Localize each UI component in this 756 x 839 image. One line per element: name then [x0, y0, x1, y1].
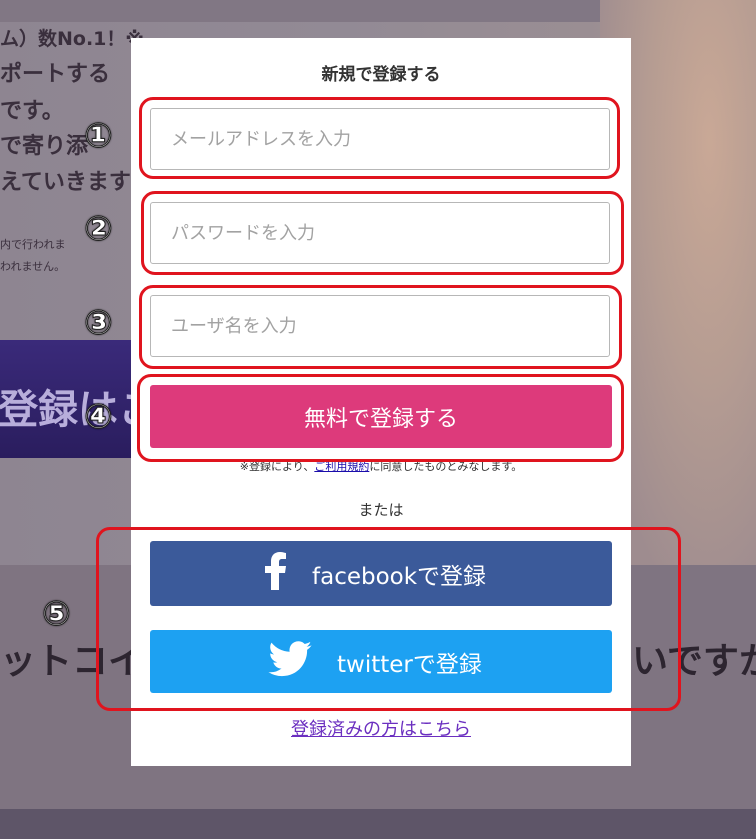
background-text-line: で寄り添	[0, 134, 89, 159]
existing-user-login-link[interactable]: 登録済みの方はこちら	[131, 715, 631, 741]
annotation-frame-5	[96, 527, 681, 711]
background-footer-strip	[0, 809, 756, 839]
annotation-frame-2	[141, 191, 624, 275]
annotation-number-5: ⑤	[42, 594, 72, 635]
background-small-text: 内で行われま	[0, 238, 66, 251]
modal-title: 新規で登録する	[321, 65, 441, 85]
annotation-frame-4	[137, 374, 624, 462]
or-divider: または	[358, 501, 404, 519]
background-cta-banner: 登録はこ	[0, 340, 135, 458]
background-banner-text: 登録はこ	[0, 387, 135, 433]
annotation-frame-3	[139, 285, 622, 369]
annotation-number-1: ①	[84, 116, 114, 157]
annotation-number-3: ③	[84, 303, 114, 344]
annotation-frame-1	[139, 97, 620, 179]
background-text-line: ム）数No.1！※	[0, 28, 144, 50]
annotation-number-4: ④	[84, 397, 114, 438]
background-text-line: ポートする	[0, 62, 111, 87]
background-text-line: です。	[0, 99, 64, 124]
annotation-number-2: ②	[84, 209, 114, 250]
background-text-line: えていきます	[0, 170, 131, 195]
background-small-text: われません。	[0, 260, 66, 273]
